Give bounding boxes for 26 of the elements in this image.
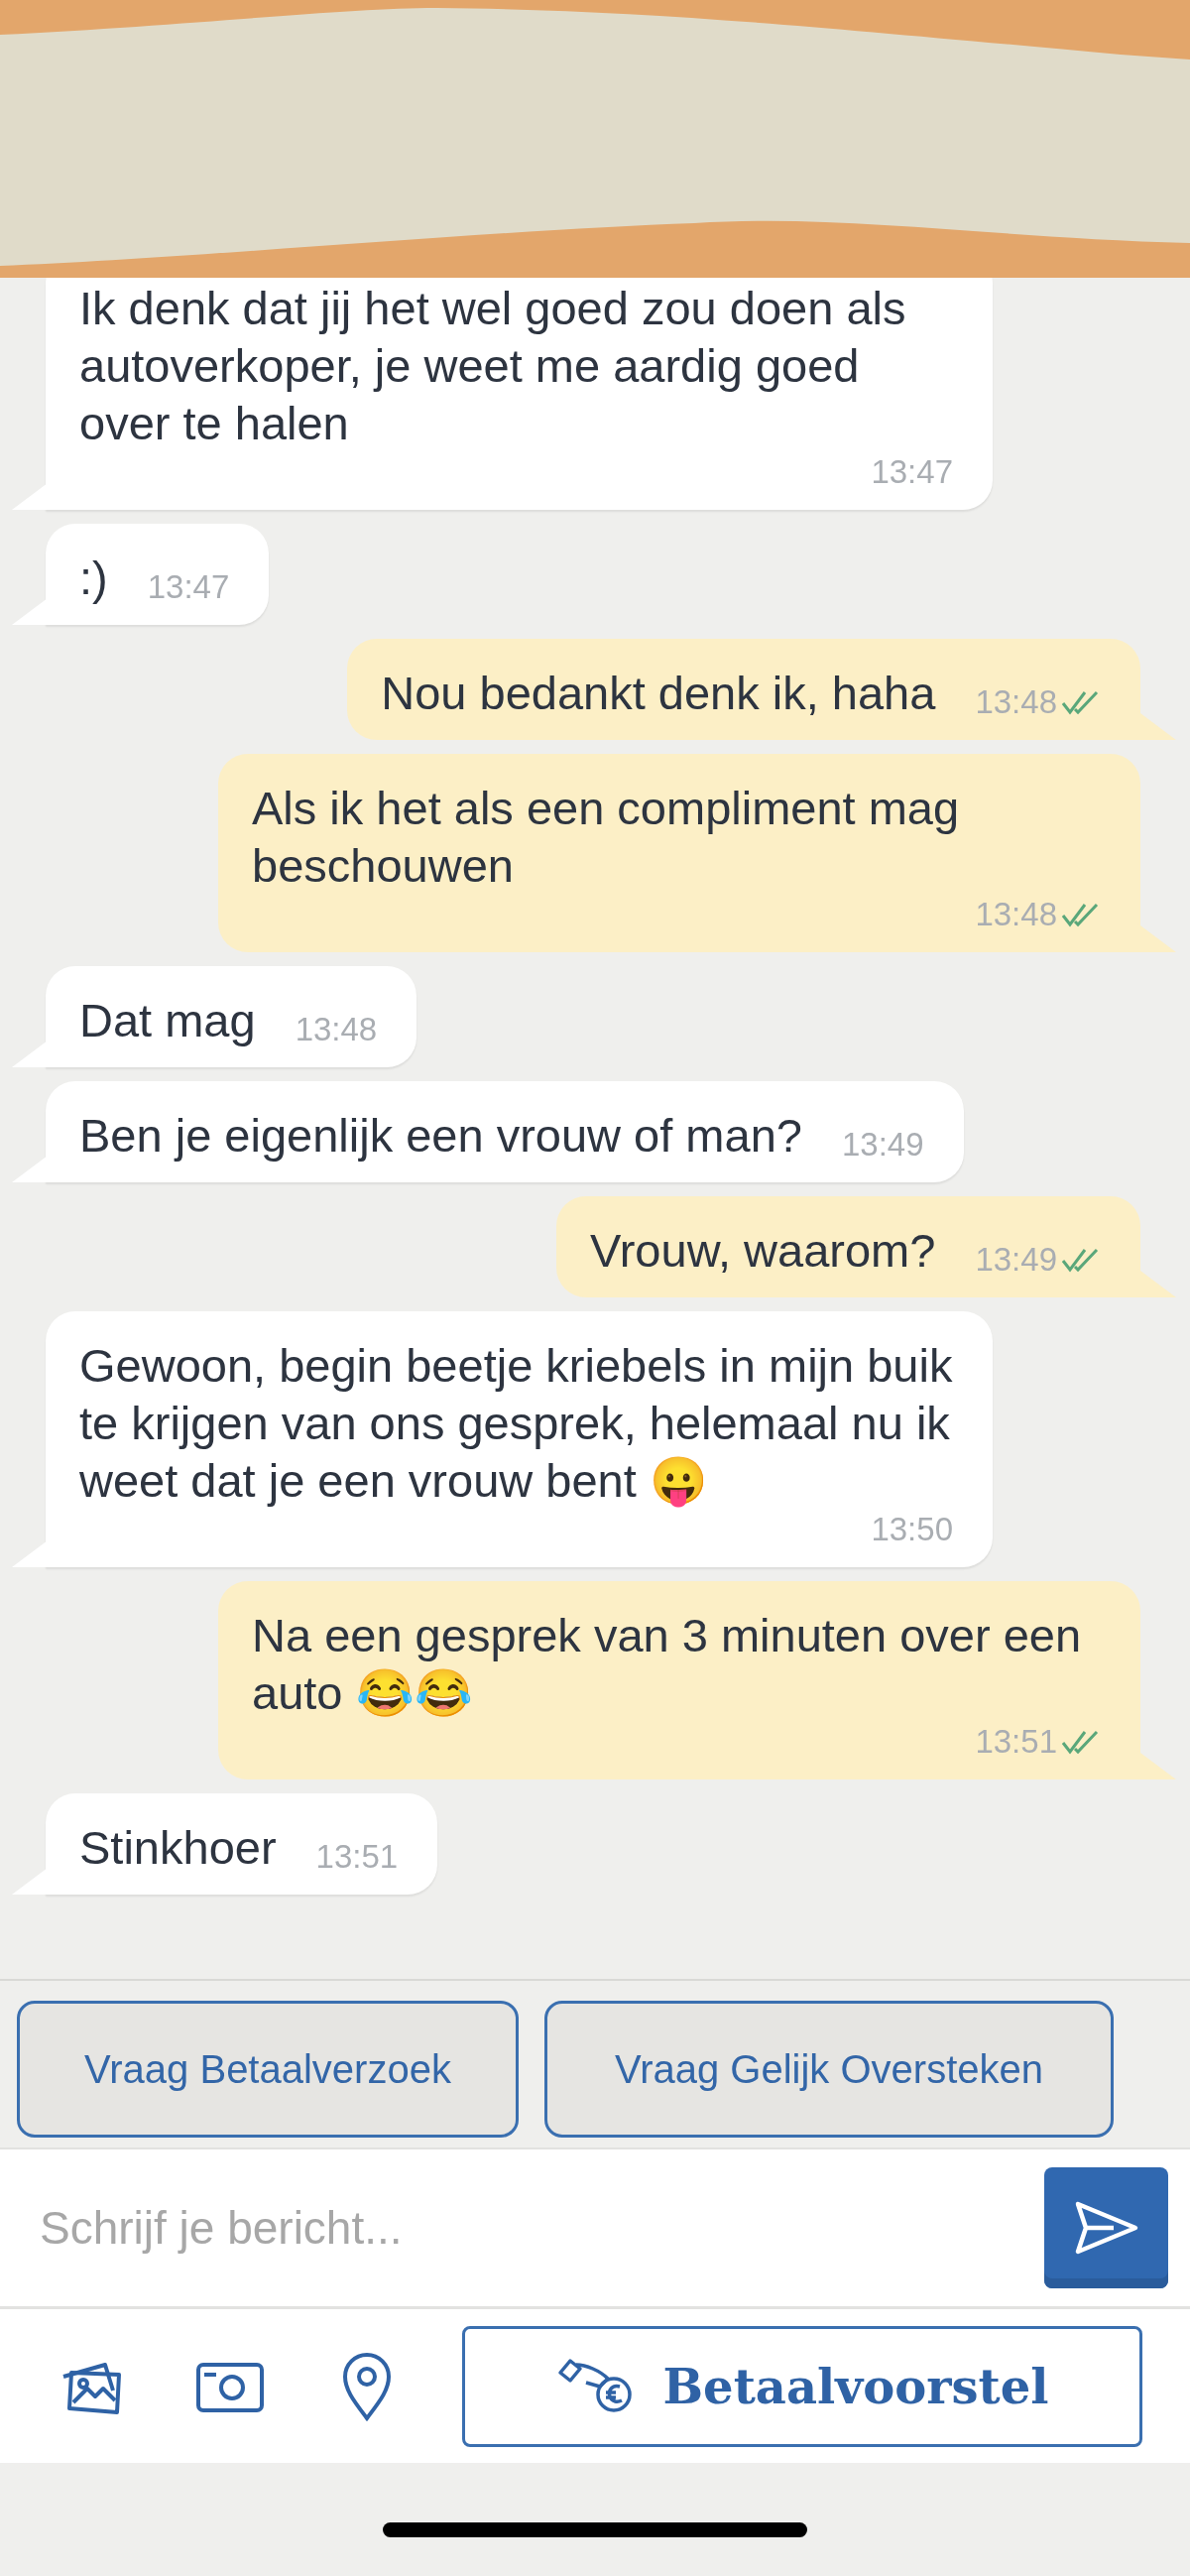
- message-time: 13:49: [975, 1240, 1057, 1280]
- message-input[interactable]: Schrijf je bericht...: [0, 2147, 1190, 2309]
- message-text: Nou bedankt denk ik, haha: [381, 666, 936, 721]
- message-text: :): [79, 551, 108, 606]
- message-text: Ben je eigenlijk een vrouw of man?: [79, 1108, 802, 1164]
- message-time: 13:48: [975, 895, 1057, 934]
- message-time: 13:51: [975, 1722, 1057, 1762]
- message-text: Als ik het als een compliment mag beschouwen: [252, 781, 961, 894]
- message-time: 13:48: [975, 682, 1057, 722]
- payment-proposal-button[interactable]: Betaalvoorstel: [462, 2325, 1142, 2447]
- send-button[interactable]: [1044, 2167, 1168, 2288]
- quick-reply-button[interactable]: Vraag Gelijk Oversteken: [544, 2001, 1114, 2138]
- message-time: 13:51: [315, 1837, 399, 1877]
- message-time: 13:50: [871, 1510, 953, 1549]
- message-text: Vrouw, waarom?: [590, 1223, 936, 1279]
- message-text: Na een gesprek van 3 minuten over een auto 😂😂: [252, 1608, 1083, 1721]
- message-time: 13:49: [841, 1125, 924, 1165]
- message-time: 13:47: [871, 452, 953, 492]
- quick-reply-button[interactable]: Vraag Betaalverzoek: [17, 2001, 519, 2138]
- message-time: 13:48: [295, 1010, 378, 1049]
- message-text: Gewoon, begin beetje kriebels in mijn buik te krijgen van ons gesprek, helemaal nu ik weet dat je een vrouw bent 😛: [79, 1338, 953, 1510]
- send-icon: [1073, 2200, 1139, 2256]
- message-text: Stinkhoer: [79, 1820, 277, 1876]
- message-text: Dat mag: [79, 993, 256, 1048]
- message-time: 13:47: [147, 567, 230, 607]
- message-text: Ik denk dat jij het wel goed zou doen als autoverkoper, je weet me aardig goed over te halen: [79, 281, 907, 451]
